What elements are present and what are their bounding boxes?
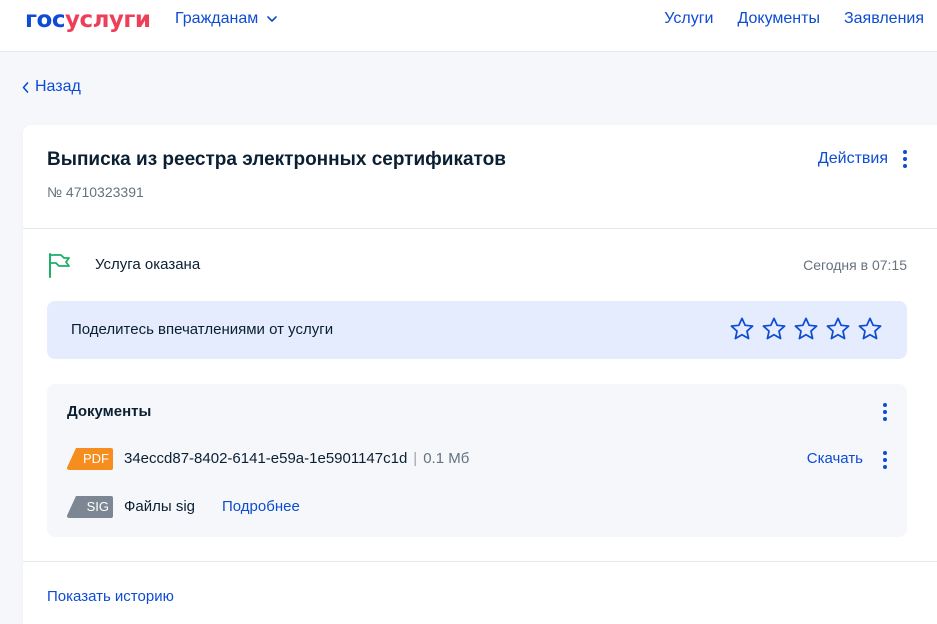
- sig-file-name: Файлы sig: [124, 498, 196, 515]
- back-link[interactable]: Назад: [22, 78, 81, 96]
- top-header: госуслуги Гражданам Услуги Документы Зая…: [0, 0, 937, 52]
- logo-part-gos: гос: [25, 7, 65, 33]
- star-icon-2[interactable]: [761, 316, 787, 342]
- pdf-file-name: 34eccd87-8402-6141-e59a-1e5901147c1d: [124, 450, 408, 467]
- logo-part-uslugi: услуги: [64, 7, 151, 33]
- sig-badge: SIG: [67, 496, 113, 518]
- chevron-down-icon: [267, 16, 278, 22]
- pdf-file-size: 0.1 Мб: [423, 450, 470, 467]
- nav-services-link[interactable]: Услуги: [664, 10, 713, 28]
- star-icon-5[interactable]: [857, 316, 883, 342]
- pdf-file-link[interactable]: 34eccd87-8402-6141-e59a-1e5901147c1d | 0.1…: [124, 450, 469, 467]
- status-date: Сегодня в 07:15: [803, 257, 907, 273]
- nav-documents-link[interactable]: Документы: [737, 10, 819, 28]
- sig-badge-label: SIG: [86, 499, 109, 514]
- flag-icon: [49, 253, 70, 278]
- back-label: Назад: [35, 78, 81, 95]
- documents-title: Документы: [67, 403, 152, 420]
- feedback-banner: Поделитесь впечатлениями от услуги: [47, 301, 907, 359]
- page-title: Выписка из реестра электронных сертифика…: [47, 149, 506, 170]
- star-icon-1[interactable]: [729, 316, 755, 342]
- application-number: № 4710323391: [47, 184, 144, 200]
- service-card: Выписка из реестра электронных сертифика…: [23, 125, 937, 624]
- chevron-left-icon: [22, 81, 29, 93]
- citizens-label: Гражданам: [175, 10, 259, 27]
- star-icon-3[interactable]: [793, 316, 819, 342]
- star-icon-4[interactable]: [825, 316, 851, 342]
- size-separator: |: [413, 450, 418, 467]
- nav-applications-link[interactable]: Заявления: [844, 10, 924, 28]
- rating-stars: [729, 316, 883, 342]
- kebab-menu-icon: [902, 150, 908, 168]
- header-divider: [23, 228, 937, 229]
- actions-button[interactable]: Действия: [818, 150, 908, 168]
- top-nav: Услуги Документы Заявления: [664, 10, 924, 28]
- pdf-badge: PDF: [67, 448, 113, 470]
- actions-label: Действия: [817, 150, 888, 167]
- file-kebab-menu-icon[interactable]: [882, 451, 888, 469]
- gosuslugi-logo[interactable]: госуслуги: [25, 6, 151, 34]
- details-link[interactable]: Подробнее: [222, 498, 300, 515]
- documents-section: Документы PDF 34eccd87-8402-6141-e59a-1e…: [47, 384, 907, 537]
- download-button[interactable]: Скачать: [807, 450, 863, 467]
- status-text: Услуга оказана: [95, 256, 201, 273]
- documents-kebab-menu-icon[interactable]: [882, 403, 888, 421]
- show-history-link[interactable]: Показать историю: [47, 588, 174, 605]
- pdf-badge-label: PDF: [83, 451, 109, 466]
- citizens-dropdown[interactable]: Гражданам: [175, 10, 278, 28]
- feedback-text: Поделитесь впечатлениями от услуги: [71, 321, 334, 338]
- history-divider: [23, 561, 937, 562]
